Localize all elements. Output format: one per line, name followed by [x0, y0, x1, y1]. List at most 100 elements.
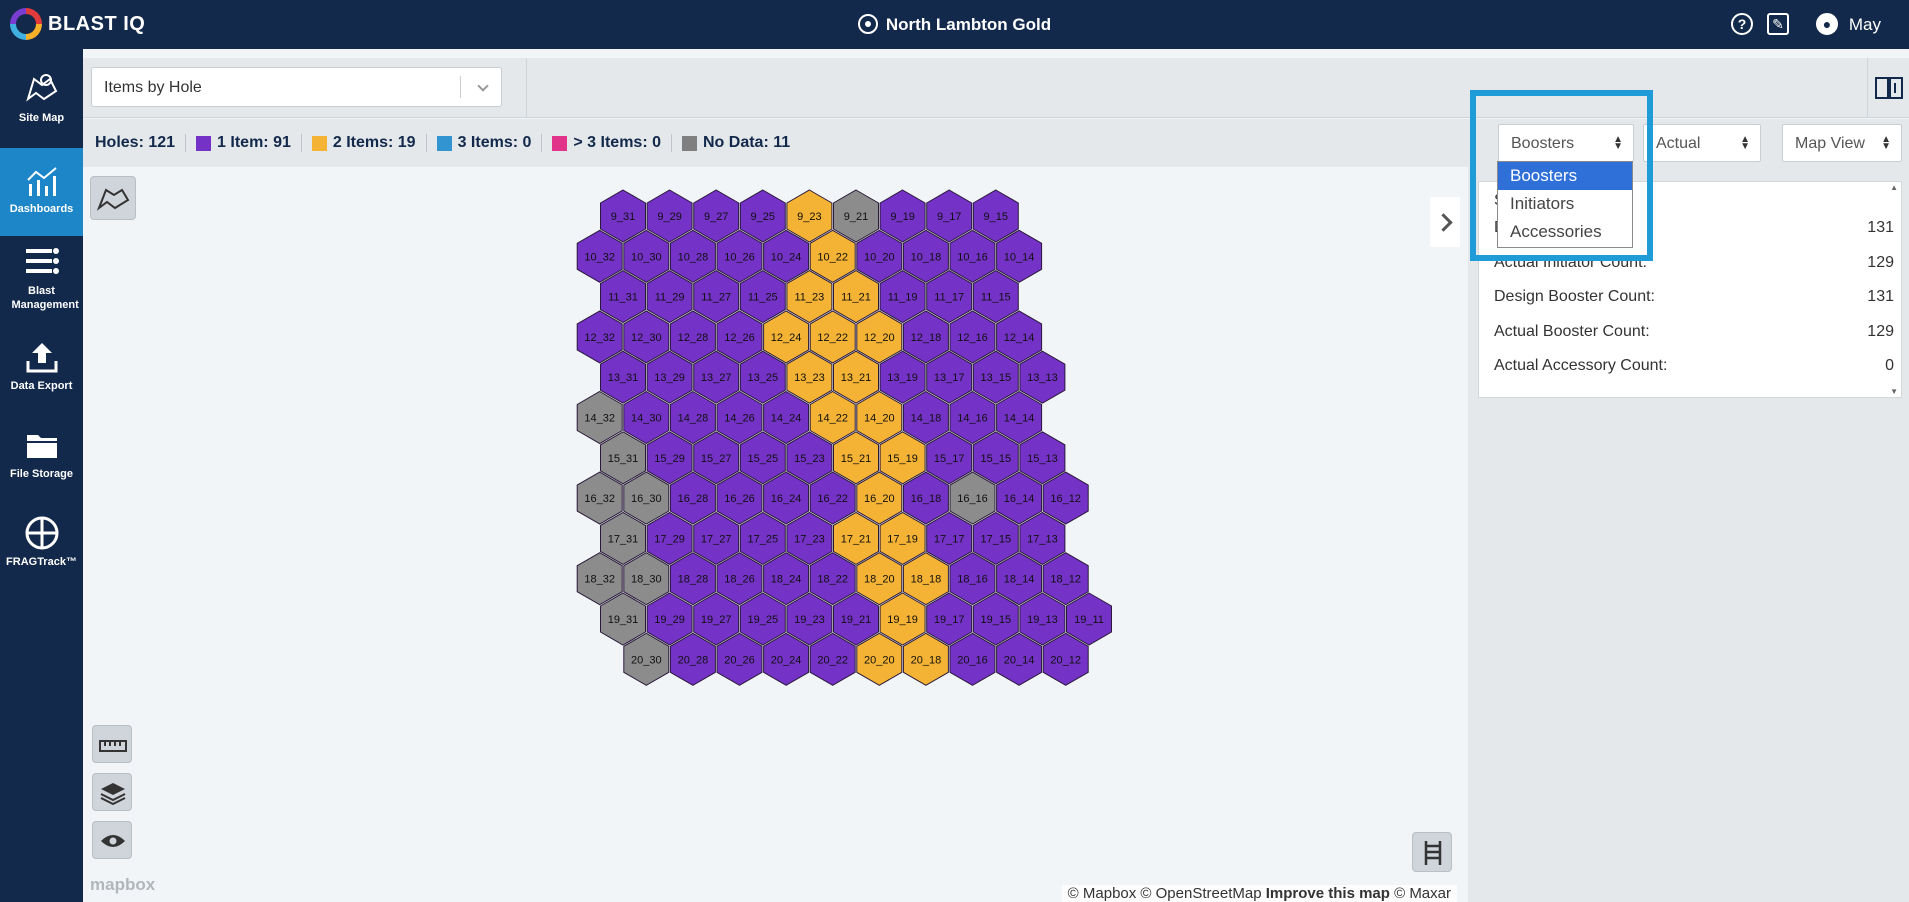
legend-swatch — [311, 135, 327, 151]
user-avatar-icon[interactable]: ● — [1816, 13, 1838, 35]
hole-label: 13_19 — [887, 372, 918, 384]
user-name[interactable]: May — [1849, 15, 1881, 35]
legend-swatch — [552, 135, 568, 151]
legend-item: 1 Item: 91 — [185, 134, 301, 152]
sort-arrows-icon: ▲ ▼ — [1740, 134, 1750, 152]
help-icon[interactable]: ? — [1731, 13, 1753, 35]
items-by-hole-select[interactable]: Items by Hole — [91, 67, 502, 107]
hole-label: 12_18 — [911, 332, 942, 344]
hole-label: 16_12 — [1050, 493, 1081, 505]
divider — [526, 58, 527, 118]
hole-label: 15_27 — [701, 453, 732, 465]
hole-label: 11_19 — [888, 292, 918, 304]
hole-label: 11_29 — [655, 292, 685, 304]
hole-label: 17_25 — [748, 533, 779, 545]
hole-label: 11_27 — [701, 292, 731, 304]
hole-label: 15_21 — [841, 453, 872, 465]
hole-label: 10_28 — [678, 251, 709, 263]
legend-item: 2 Items: 19 — [300, 134, 426, 152]
hole-label: 10_14 — [1004, 251, 1035, 263]
sidebar-item-fragtrack[interactable]: FRAGTrack™ — [0, 515, 83, 575]
guide-book-button[interactable] — [1867, 58, 1909, 118]
hole-label: 13_29 — [654, 372, 685, 384]
legend-item: > 3 Items: 0 — [541, 134, 671, 152]
location-icon — [857, 14, 878, 34]
hole-label: 16_14 — [1004, 493, 1035, 505]
hole-label: 9_19 — [890, 211, 914, 223]
hole-label: 17_27 — [701, 533, 732, 545]
hole-label: 17_19 — [887, 533, 918, 545]
hole-label: 9_15 — [984, 211, 1008, 223]
hole-label: 11_21 — [841, 292, 871, 304]
hole-label: 16_16 — [957, 493, 988, 505]
map-icon — [25, 74, 57, 102]
scroll-up-icon[interactable]: ▲ — [1890, 183, 1898, 192]
hole-label: 18_20 — [864, 574, 895, 586]
hole-label: 12_32 — [584, 332, 615, 344]
scroll-down-icon[interactable]: ▼ — [1890, 387, 1898, 396]
hole-label: 14_26 — [724, 413, 755, 425]
hole-label: 15_31 — [608, 453, 639, 465]
collapse-panel-button[interactable] — [1430, 197, 1460, 247]
book-icon — [1875, 77, 1903, 99]
summary-value: 0 — [1885, 357, 1894, 374]
sidebar-item-blast-management[interactable]: Blast Management — [0, 244, 83, 314]
hole-label: 19_27 — [701, 614, 732, 626]
hole-label: 13_13 — [1027, 372, 1058, 384]
sidebar-item-site-map[interactable]: Site Map — [0, 71, 83, 131]
hole-label: 15_19 — [887, 453, 918, 465]
hole-label: 15_25 — [748, 453, 779, 465]
legend-label: 1 Item: 91 — [217, 134, 291, 151]
support-icon[interactable]: ✎ — [1767, 13, 1789, 35]
legend-label: No Data: 11 — [703, 134, 791, 151]
legend-swatch — [196, 135, 212, 151]
legend-label: 3 Items: 0 — [457, 134, 532, 151]
hole-label: 16_30 — [631, 493, 662, 505]
site-selector[interactable]: North Lambton Gold — [0, 14, 1909, 35]
hole-label: 14_16 — [957, 413, 988, 425]
hole-label: 10_22 — [817, 251, 848, 263]
sidebar-item-dashboards[interactable]: Dashboards — [0, 148, 83, 236]
legend-item: 3 Items: 0 — [425, 134, 542, 152]
hole-label: 14_24 — [771, 413, 802, 425]
site-title: North Lambton Gold — [885, 15, 1052, 34]
select-separator — [460, 76, 461, 98]
summary-row: Actual Booster Count: 129 — [1494, 323, 1894, 341]
hole-label: 10_32 — [584, 251, 615, 263]
sidebar: Site Map Dashboards Blast Management Dat… — [0, 49, 83, 902]
legend: Holes: 121 1 Item: 91 2 Items: 19 3 Item… — [95, 134, 800, 152]
hole-label: 9_25 — [751, 211, 775, 223]
hole-map[interactable]: 9_31 9_29 9_27 9_25 9_23 9_21 9_19 9_17 9_15 10_3… — [83, 167, 1468, 902]
hole-label: 12_24 — [771, 332, 802, 344]
hole-label: 20_28 — [678, 654, 709, 666]
blast-management-icon — [25, 248, 59, 274]
hole-label: 19_21 — [841, 614, 872, 626]
view-select[interactable]: Map View ▲ ▼ — [1782, 124, 1902, 162]
legend-swatch — [682, 135, 697, 151]
summary-row: Actual Accessory Count: 0 — [1494, 357, 1894, 375]
select-value: Actual — [1656, 135, 1701, 152]
hole-label: 9_27 — [704, 211, 728, 223]
sidebar-item-label: Blast Management — [11, 285, 79, 311]
sidebar-item-file-storage[interactable]: File Storage — [0, 427, 83, 487]
hole-label: 14_28 — [678, 413, 709, 425]
hole-label: 14_18 — [911, 413, 942, 425]
hole-label: 12_16 — [957, 332, 988, 344]
dashboard-icon — [26, 167, 57, 196]
upload-icon — [26, 343, 57, 373]
hole-label: 11_17 — [934, 292, 964, 304]
actual-design-select[interactable]: Actual ▲ ▼ — [1643, 124, 1761, 162]
sidebar-item-data-export[interactable]: Data Export — [0, 339, 83, 399]
chevron-down-icon — [477, 80, 489, 92]
summary-value: 131 — [1867, 288, 1894, 305]
sidebar-item-label: Data Export — [10, 380, 73, 392]
hole-label: 19_13 — [1027, 614, 1058, 626]
map-area[interactable]: mapbox © Mapbox © OpenStreetMap Improve … — [83, 167, 1468, 902]
hole-label: 17_31 — [608, 533, 639, 545]
select-value: Items by Hole — [104, 79, 202, 96]
legend-label: > 3 Items: 0 — [573, 134, 661, 151]
summary-label: Actual Accessory Count: — [1494, 357, 1668, 374]
hole-label: 20_24 — [771, 654, 802, 666]
sidebar-item-label: File Storage — [10, 468, 73, 480]
hole-label: 11_25 — [748, 292, 778, 304]
